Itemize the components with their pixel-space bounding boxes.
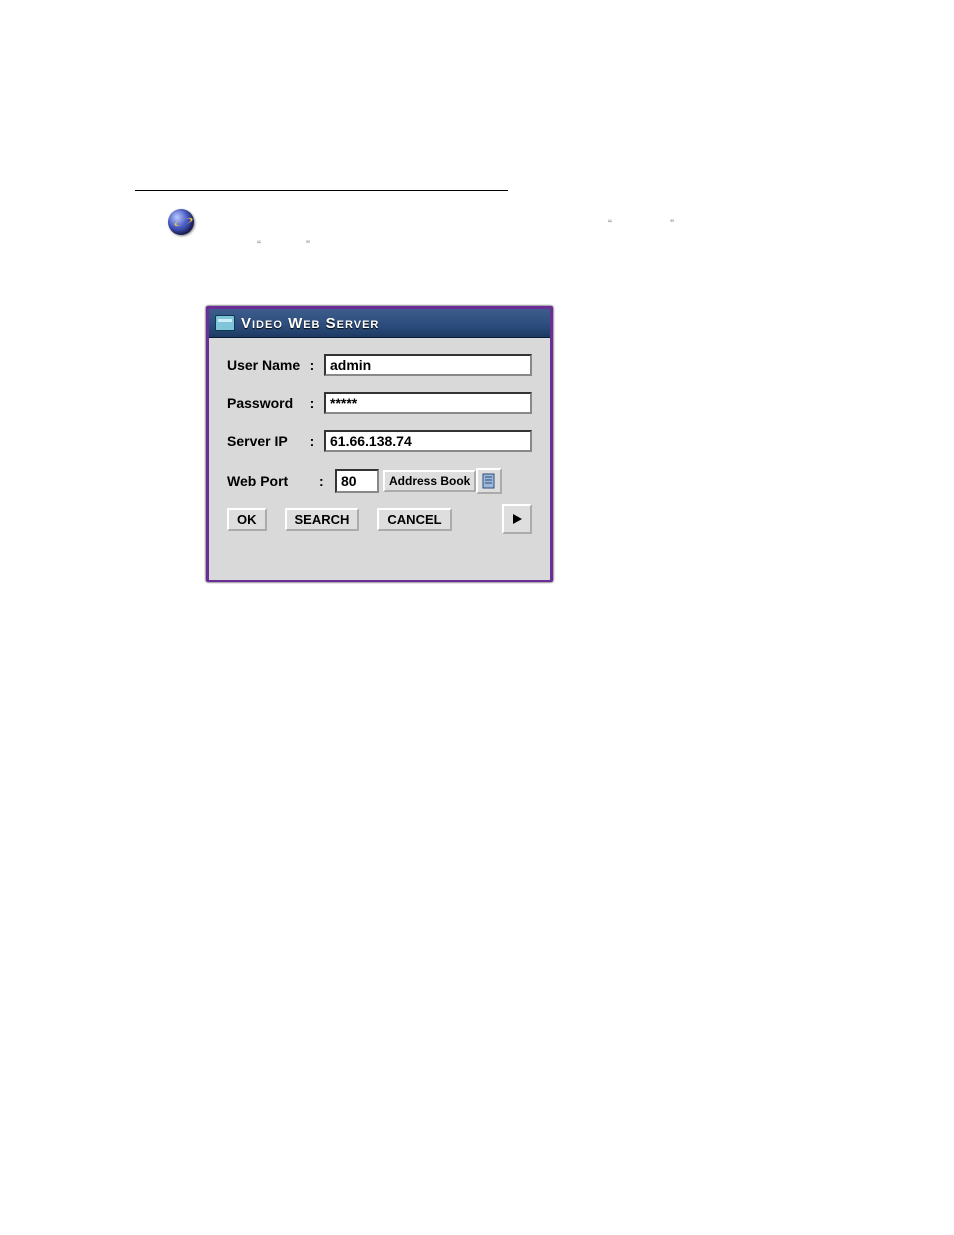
username-input[interactable] xyxy=(324,354,532,376)
play-icon xyxy=(511,513,523,525)
cancel-button[interactable]: CANCEL xyxy=(377,508,451,531)
label-username: User Name xyxy=(227,357,310,373)
page: “ ” “ ” Video Web Server User Name : Pas… xyxy=(0,0,954,1235)
browser-icon xyxy=(168,209,194,235)
row-server-ip: Server IP : xyxy=(227,430,532,452)
artifact-quote: “ xyxy=(608,217,612,231)
window-title: Video Web Server xyxy=(241,315,379,332)
row-web-port: Web Port : Address Book xyxy=(227,468,532,494)
app-icon xyxy=(215,315,235,331)
row-username: User Name : xyxy=(227,354,532,376)
artifact-quote: ” xyxy=(306,238,310,252)
label-web-port: Web Port xyxy=(227,473,319,489)
colon: : xyxy=(310,433,324,449)
label-password: Password xyxy=(227,395,310,411)
web-port-input[interactable] xyxy=(335,469,379,493)
address-book-button[interactable]: Address Book xyxy=(383,470,476,492)
titlebar: Video Web Server xyxy=(209,309,550,338)
server-ip-input[interactable] xyxy=(324,430,532,452)
colon: : xyxy=(310,357,324,373)
artifact-quote: ” xyxy=(670,217,674,231)
address-book-icon[interactable] xyxy=(476,468,502,494)
login-dialog: Video Web Server User Name : Password : … xyxy=(206,306,553,582)
web-port-group: Address Book xyxy=(335,468,502,494)
label-server-ip: Server IP xyxy=(227,433,310,449)
dialog-body: User Name : Password : Server IP : Web P… xyxy=(209,338,550,580)
horizontal-rule xyxy=(135,190,508,191)
password-input[interactable] xyxy=(324,392,532,414)
search-button[interactable]: SEARCH xyxy=(285,508,360,531)
book-icon xyxy=(481,473,497,489)
colon: : xyxy=(310,395,324,411)
play-button[interactable] xyxy=(502,504,532,534)
colon: : xyxy=(319,473,335,489)
artifact-quote: “ xyxy=(257,238,261,252)
button-row: OK SEARCH CANCEL xyxy=(227,504,532,534)
row-password: Password : xyxy=(227,392,532,414)
ok-button[interactable]: OK xyxy=(227,508,267,531)
